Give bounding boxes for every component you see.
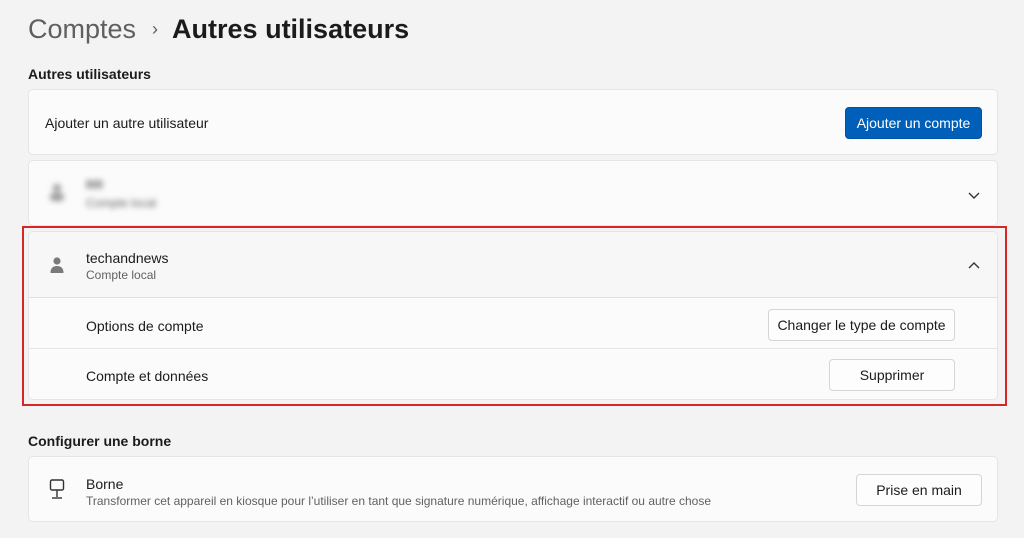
kiosk-card: Borne Transformer cet appareil en kiosqu… (28, 456, 998, 522)
account-options-label: Options de compte (86, 318, 204, 334)
add-user-label: Ajouter un autre utilisateur (45, 115, 209, 131)
breadcrumb: Comptes › Autres utilisateurs (28, 12, 409, 46)
breadcrumb-separator-icon: › (152, 18, 159, 39)
breadcrumb-parent[interactable]: Comptes (28, 14, 136, 45)
user-name: techandnews (86, 250, 169, 266)
kiosk-title: Borne (86, 476, 124, 492)
kiosk-icon (48, 479, 66, 501)
blurred-user-sub: Compte local (86, 196, 157, 210)
user-card-header[interactable] (29, 232, 997, 298)
user-card-blurred[interactable]: RR Compte local (28, 160, 998, 226)
chevron-down-icon[interactable] (967, 188, 981, 202)
change-account-type-button[interactable]: Changer le type de compte (768, 309, 955, 341)
divider (29, 348, 997, 349)
person-icon (49, 256, 65, 274)
avatar (49, 183, 65, 201)
blurred-user-name: RR (86, 178, 104, 192)
chevron-up-icon[interactable] (967, 259, 981, 273)
user-card-techandnews: techandnews Compte local Options de comp… (28, 231, 998, 400)
section-title-kiosk: Configurer une borne (28, 433, 172, 449)
user-account-type: Compte local (86, 268, 157, 282)
get-started-button[interactable]: Prise en main (856, 474, 982, 506)
account-data-label: Compte et données (86, 368, 209, 384)
section-title-other-users: Autres utilisateurs (28, 66, 151, 82)
add-user-card: Ajouter un autre utilisateur Ajouter un … (28, 89, 998, 155)
page-title: Autres utilisateurs (172, 13, 410, 44)
delete-account-button[interactable]: Supprimer (829, 359, 955, 391)
add-account-button[interactable]: Ajouter un compte (845, 107, 982, 139)
kiosk-description: Transformer cet appareil en kiosque pour… (86, 494, 712, 508)
